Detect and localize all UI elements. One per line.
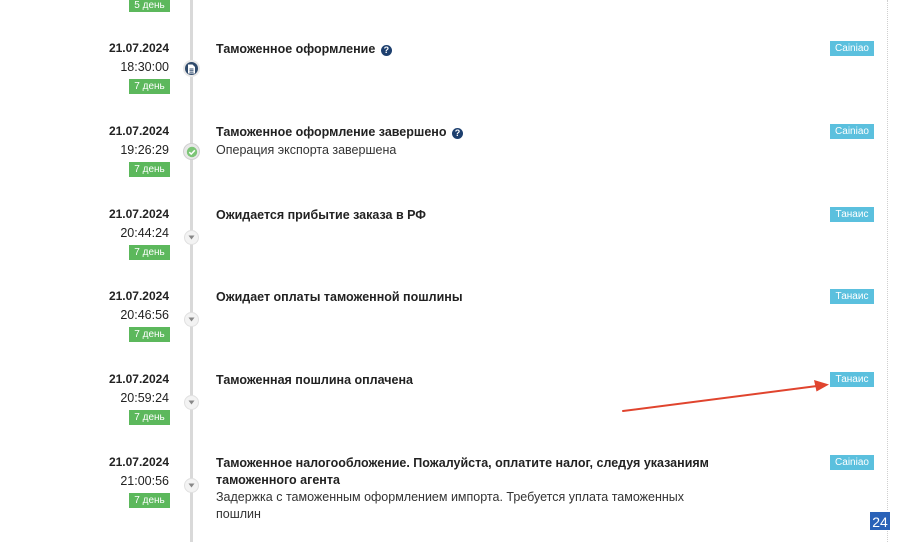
annotation-arrow [622, 380, 829, 412]
page-number-badge[interactable]: 24 [869, 511, 891, 531]
